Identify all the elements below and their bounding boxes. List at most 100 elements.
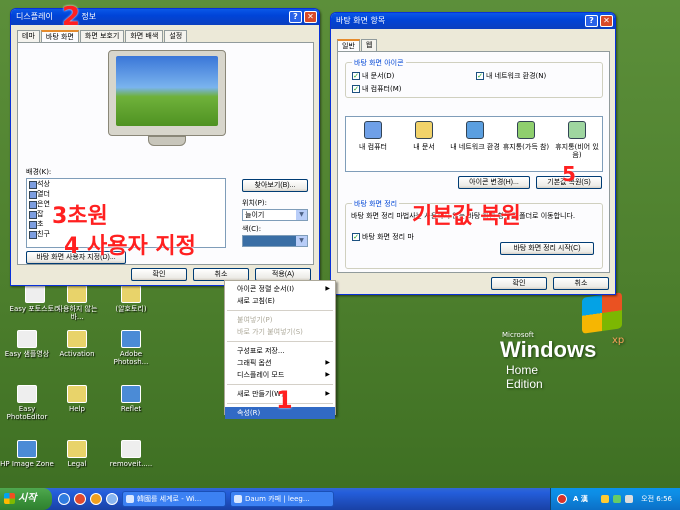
menu-item[interactable]: 디스플레이 모드 ▶ <box>225 369 335 381</box>
checkmark-icon: ✓ <box>352 72 360 80</box>
preview-icon-item[interactable]: 내 문서 <box>399 121 449 151</box>
submenu-arrow-icon: ▶ <box>325 371 330 378</box>
app-icon <box>121 440 141 458</box>
desktop-icon[interactable]: Activation <box>50 330 104 358</box>
globe-icon[interactable] <box>557 494 567 504</box>
checkbox-label: 내 컴퓨터(M) <box>362 85 402 93</box>
menu-item-label: 디스플레이 모드 <box>237 371 285 379</box>
clock[interactable]: 오전 6:56 <box>641 488 672 510</box>
app-icon <box>17 330 37 348</box>
desktop-icon-label: Adobe Photosh... <box>113 350 149 366</box>
tab-1[interactable]: 웹 <box>360 39 378 51</box>
window-title-tail: 정보 <box>81 12 97 21</box>
close-button[interactable]: ✕ <box>304 11 317 23</box>
window-title: 디스플레이 <box>16 12 56 21</box>
windows-flag-icon <box>582 292 622 334</box>
quicklaunch-chrome-icon[interactable] <box>74 493 86 505</box>
desktop-icon[interactable]: Easy 샘플영상 <box>0 330 54 358</box>
window-title: 바탕 화면 항목 <box>336 16 386 25</box>
menu-item[interactable]: 아이콘 정렬 순서(I) ▶ <box>225 283 335 295</box>
menu-item[interactable]: 그래픽 옵션 ▶ <box>225 357 335 369</box>
desktop-icon-label: Easy PhotoEditor <box>6 405 48 421</box>
desktop-icon[interactable]: (알호토리) <box>104 285 158 313</box>
app-icon <box>17 385 37 403</box>
change-icon-button[interactable]: 아이콘 변경(H)... <box>458 176 530 189</box>
tab-3[interactable]: 화면 배색 <box>125 30 164 42</box>
position-select[interactable]: 늘이기 ▼ <box>242 209 308 221</box>
folder-icon <box>67 385 87 403</box>
position-label: 위치(P): <box>242 199 267 207</box>
tab-2[interactable]: 화면 보호기 <box>79 30 125 42</box>
desktop-icon[interactable]: Reflet <box>104 385 158 413</box>
desktop-icon[interactable]: Easy PhotoEditor <box>0 385 54 421</box>
tab-4[interactable]: 설정 <box>164 30 188 42</box>
desktop-icon-label: HP Image Zone <box>0 460 54 468</box>
display-properties-titlebar[interactable]: 디스플레이 정보 ? ✕ <box>11 9 319 25</box>
taskbar-item-browser-1[interactable]: 韓國를 세계로 - Wi... <box>122 491 226 507</box>
annotation-step-5: 5 <box>562 162 576 186</box>
tray-app-icon[interactable] <box>613 495 621 503</box>
chevron-down-icon: ▼ <box>296 236 307 246</box>
menu-item-label: 아이콘 정렬 순서(I) <box>237 285 295 293</box>
menu-item: 바로 가기 붙여넣기(S) <box>225 326 335 338</box>
color-picker[interactable]: ▼ <box>242 235 308 247</box>
logo-suffix: xp <box>612 335 625 346</box>
quicklaunch-ie-icon[interactable] <box>58 493 70 505</box>
taskbar-item-browser-2[interactable]: Daum 카페 | leeg... <box>230 491 334 507</box>
app-icon <box>121 330 141 348</box>
desktop-items-window[interactable]: 바탕 화면 항목 ? ✕ 일반 웹 바탕 화면 아이콘 ✓ 내 문서(D) ✓ 내 네… <box>330 12 616 295</box>
app-icon <box>17 440 37 458</box>
tray-app-icon[interactable] <box>625 495 633 503</box>
menu-item[interactable]: 새로 고침(E) <box>225 295 335 307</box>
desktop-icon[interactable]: Legal <box>50 440 104 468</box>
desktop-icon-label: Activation <box>59 350 95 358</box>
submenu-arrow-icon: ▶ <box>325 359 330 366</box>
preview-icon-item[interactable]: 내 네트워크 환경 <box>450 121 500 151</box>
checkmark-icon: ✓ <box>352 233 360 241</box>
background-list-item[interactable]: 석상 <box>27 179 225 189</box>
tab-0[interactable]: 테마 <box>17 30 40 42</box>
quicklaunch-firefox-icon[interactable] <box>90 493 102 505</box>
my-network-checkbox[interactable]: ✓ 내 네트워크 환경(N) <box>476 71 546 81</box>
desktop-icon-label: Help <box>69 405 85 413</box>
recycle-bin-full-icon <box>517 121 535 139</box>
preview-icon-item[interactable]: 내 컴퓨터 <box>348 121 398 151</box>
menu-separator <box>227 384 333 385</box>
preview-icon-label: 내 네트워크 환경 <box>450 143 500 151</box>
background-label: 배경(K): <box>26 168 52 176</box>
browse-button[interactable]: 찾아보기(B)... <box>242 179 308 192</box>
desktop-icon[interactable]: Adobe Photosh... <box>104 330 158 366</box>
help-button[interactable]: ? <box>585 15 598 27</box>
desktop-items-titlebar[interactable]: 바탕 화면 항목 ? ✕ <box>331 13 615 29</box>
ime-indicator[interactable]: A 漢 <box>573 488 588 510</box>
cleanup-now-button[interactable]: 바탕 화면 정리 시작(C) <box>500 242 594 255</box>
folder-icon <box>67 330 87 348</box>
desktop-icon[interactable]: HP Image Zone <box>0 440 54 468</box>
menu-item[interactable]: 구성표로 저장... <box>225 345 335 357</box>
my-documents-checkbox[interactable]: ✓ 내 문서(D) <box>352 71 394 81</box>
checkbox-label: 바탕 화면 정리 마 <box>362 233 414 241</box>
desktop-icon[interactable]: Help <box>50 385 104 413</box>
close-button[interactable]: ✕ <box>600 15 613 27</box>
menu-separator <box>227 310 333 311</box>
monitor-stand <box>148 136 186 146</box>
help-button[interactable]: ? <box>289 11 302 23</box>
ok-button[interactable]: 확인 <box>491 277 547 290</box>
menu-item-label: 속성(R) <box>237 409 261 417</box>
my-computer-checkbox[interactable]: ✓ 내 컴퓨터(M) <box>352 84 402 94</box>
folder-icon <box>121 285 141 303</box>
preview-icon-item[interactable]: 휴지통(가득 참) <box>501 121 551 151</box>
preview-icon-item[interactable]: 휴지통(비어 있음) <box>552 121 602 159</box>
desktop-icon[interactable]: 사용하지 않는 바... <box>50 285 104 321</box>
desktop-icon[interactable]: removeit..... <box>104 440 158 468</box>
annotation-step-1: 1 <box>276 386 293 414</box>
tray-app-icon[interactable] <box>601 495 609 503</box>
quicklaunch-desktop-icon[interactable] <box>106 493 118 505</box>
logo-edition: Home Edition <box>506 363 543 391</box>
start-button[interactable]: 시작 <box>0 488 52 510</box>
submenu-arrow-icon: ▶ <box>325 285 330 292</box>
ok-button[interactable]: 확인 <box>131 268 187 281</box>
cleanup-checkbox[interactable]: ✓ 바탕 화면 정리 마 <box>352 232 414 242</box>
checkbox-label: 내 네트워크 환경(N) <box>486 72 547 80</box>
cancel-button[interactable]: 취소 <box>553 277 609 290</box>
